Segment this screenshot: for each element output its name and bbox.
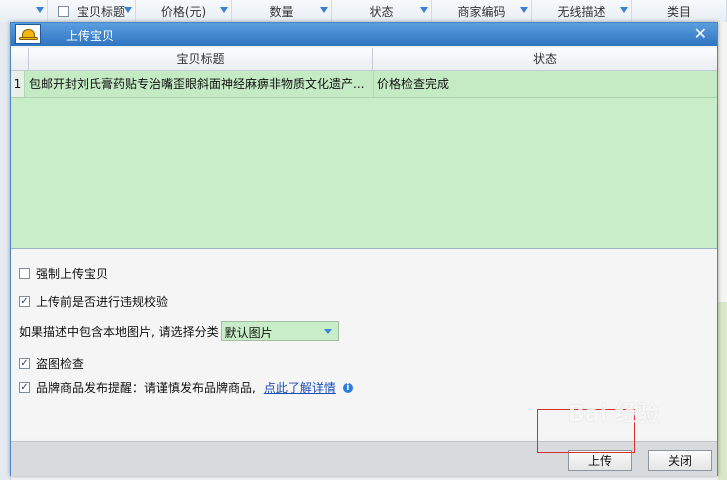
- filter-icon[interactable]: [520, 7, 528, 13]
- background-col-price[interactable]: 价格(元): [136, 0, 232, 22]
- grid-header: 宝贝标题 状态: [11, 48, 717, 71]
- background-header-corner: [0, 0, 48, 22]
- table-row[interactable]: 1 包邮开封刘氏膏药贴专治嘴歪眼斜面神经麻痹非物质文化遗产... 价格检查完成: [11, 71, 717, 98]
- image-category-select[interactable]: 默认图片: [220, 321, 339, 341]
- grid-header-title[interactable]: 宝贝标题: [29, 48, 373, 70]
- row-title: 包邮开封刘氏膏药贴专治嘴歪眼斜面神经麻痹非物质文化遗产...: [29, 77, 365, 91]
- close-button[interactable]: 关闭: [648, 450, 712, 471]
- filter-icon[interactable]: [420, 7, 428, 13]
- filter-icon[interactable]: [320, 7, 328, 13]
- background-right-panel: [718, 22, 727, 480]
- close-icon[interactable]: ✕: [694, 25, 707, 43]
- background-col-quantity[interactable]: 数量: [232, 0, 332, 22]
- background-table-header: 宝贝标题 价格(元) 数量 状态 商家编码 无线描述 类目: [0, 0, 727, 23]
- background-col-status[interactable]: 状态: [332, 0, 432, 22]
- upload-items-grid: 宝贝标题 状态 1 包邮开封刘氏膏药贴专治嘴歪眼斜面神经麻痹非物质文化遗产...…: [11, 48, 717, 249]
- dialog-titlebar[interactable]: 上传宝贝 ✕: [11, 23, 717, 46]
- force-upload-label: 强制上传宝贝: [36, 267, 109, 281]
- brand-reminder-label: 品牌商品发布提醒：请谨慎发布品牌商品,: [36, 381, 256, 395]
- image-category-label: 如果描述中包含本地图片, 请选择分类: [19, 324, 219, 339]
- violation-check-label: 上传前是否进行违规校验: [36, 295, 169, 309]
- option-force-upload[interactable]: 强制上传宝贝: [19, 265, 108, 282]
- theft-check-label: 盗图检查: [36, 357, 85, 371]
- option-violation-check[interactable]: ✓ 上传前是否进行违规校验: [19, 293, 168, 310]
- image-category-value: 默认图片: [224, 326, 273, 340]
- select-all-checkbox[interactable]: [57, 5, 69, 17]
- theft-check-checkbox[interactable]: ✓: [19, 358, 30, 369]
- background-col-title[interactable]: 宝贝标题: [48, 0, 136, 22]
- option-image-category: 如果描述中包含本地图片, 请选择分类 默认图片: [19, 321, 339, 341]
- info-icon[interactable]: i: [342, 382, 353, 393]
- grid-header-index: [11, 48, 29, 70]
- upload-button[interactable]: 上传: [568, 450, 632, 471]
- filter-icon[interactable]: [36, 7, 44, 13]
- background-col-merchant-code[interactable]: 商家编码: [432, 0, 532, 22]
- filter-icon[interactable]: [220, 7, 228, 13]
- grid-header-status[interactable]: 状态: [373, 48, 717, 70]
- filter-icon[interactable]: [124, 7, 132, 13]
- app-hat-icon: [15, 24, 41, 44]
- force-upload-checkbox[interactable]: [19, 268, 30, 279]
- row-index: 1: [11, 71, 25, 97]
- chevron-down-icon[interactable]: [323, 329, 332, 334]
- option-brand-reminder[interactable]: ✓ 品牌商品发布提醒：请谨慎发布品牌商品, 点此了解详情 i: [19, 379, 353, 396]
- brand-reminder-checkbox[interactable]: ✓: [19, 382, 30, 393]
- background-col-category[interactable]: 类目: [632, 0, 727, 22]
- brand-details-link[interactable]: 点此了解详情: [264, 379, 336, 396]
- baidu-watermark: Bai 经验: [568, 402, 659, 427]
- dialog-title: 上传宝贝: [66, 29, 115, 43]
- violation-check-checkbox[interactable]: ✓: [19, 296, 30, 307]
- filter-icon[interactable]: [620, 7, 628, 13]
- background-col-wireless-desc[interactable]: 无线描述: [532, 0, 632, 22]
- background-image-strip: [718, 302, 727, 480]
- row-status: 价格检查完成: [373, 71, 713, 97]
- option-theft-check[interactable]: ✓ 盗图检查: [19, 355, 84, 372]
